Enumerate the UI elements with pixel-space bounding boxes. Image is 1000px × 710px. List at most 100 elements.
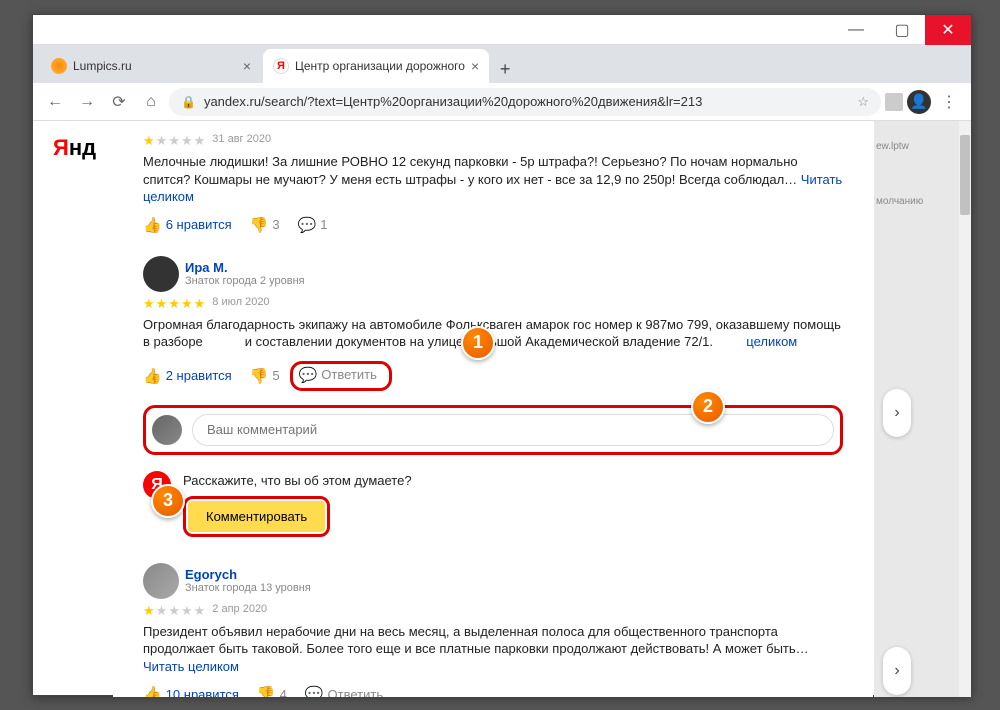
- star-icon: ★: [181, 133, 193, 149]
- logo-letter: Я: [53, 135, 69, 160]
- tab-lumpics[interactable]: Lumpics.ru ×: [41, 49, 261, 83]
- comment-button-highlight: Комментировать: [183, 496, 330, 537]
- star-icon: ★: [181, 603, 193, 619]
- star-icon: ★: [194, 296, 206, 312]
- favicon-yandex: Я: [273, 58, 289, 74]
- close-button[interactable]: ✕: [925, 15, 971, 45]
- annotation-badge-3: 3: [151, 484, 185, 518]
- star-icon: ★: [194, 603, 206, 619]
- rating-stars: ★★★★★ 8 июл 2020: [143, 296, 843, 312]
- review-date: 31 авг 2020: [212, 133, 271, 149]
- comment-button[interactable]: Комментировать: [188, 501, 325, 532]
- review-item: Egorych Знаток города 13 уровня ★★★★★ 2 …: [143, 555, 843, 697]
- thumbs-down-icon: 👎: [257, 685, 276, 697]
- dislike-button[interactable]: 👎3: [250, 216, 280, 234]
- thumbs-down-icon: 👎: [250, 367, 269, 385]
- tab-title: Lumpics.ru: [73, 59, 132, 73]
- title-bar: — ▢ ✕: [33, 15, 971, 45]
- prompt-question: Расскажите, что вы об этом думаете?: [183, 473, 843, 488]
- back-button[interactable]: ←: [41, 88, 69, 116]
- tab-close-icon[interactable]: ×: [243, 58, 251, 74]
- tab-close-icon[interactable]: ×: [471, 58, 479, 74]
- star-icon: ★: [194, 133, 206, 149]
- star-icon: ★: [156, 296, 168, 312]
- new-tab-button[interactable]: +: [491, 55, 519, 83]
- thumbs-down-icon: 👎: [250, 216, 269, 234]
- browser-window: — ▢ ✕ Lumpics.ru × Я Центр организации д…: [32, 14, 972, 696]
- like-button[interactable]: 👍10 нравится: [143, 685, 239, 697]
- rating-stars: ★★★★★ 2 апр 2020: [143, 603, 843, 619]
- scrollbar[interactable]: [959, 121, 971, 697]
- url-text: yandex.ru/search/?text=Центр%20организац…: [204, 94, 702, 109]
- read-more-link[interactable]: Читать целиком: [143, 659, 239, 674]
- comment-icon: 💬: [299, 366, 318, 384]
- address-bar: ← → ⟳ ⌂ 🔒 yandex.ru/search/?text=Центр%2…: [33, 83, 971, 121]
- scrollbar-thumb[interactable]: [960, 135, 970, 215]
- extension-icon[interactable]: [885, 93, 903, 111]
- side-text: молчанию: [874, 194, 959, 209]
- url-box[interactable]: 🔒 yandex.ru/search/?text=Центр%20организ…: [169, 88, 881, 116]
- side-text: ew.lptw: [874, 139, 959, 154]
- review-actions: 👍2 нравится 👎5 💬Ответить: [143, 361, 843, 391]
- user-avatar[interactable]: [143, 563, 179, 599]
- review-header: Egorych Знаток города 13 уровня: [143, 563, 843, 599]
- star-icon: ★: [168, 603, 180, 619]
- review-item: Ира М. Знаток города 2 уровня ★★★★★ 8 ию…: [143, 248, 843, 555]
- reply-button[interactable]: 💬Ответить: [299, 366, 377, 384]
- review-text: Мелочные людишки! За лишние РОВНО 12 сек…: [143, 153, 843, 206]
- comment-icon: 💬: [298, 216, 317, 234]
- tab-title: Центр организации дорожного: [295, 59, 465, 73]
- minimize-button[interactable]: —: [833, 15, 879, 45]
- reviews-column: ★★★★★ 31 авг 2020 Мелочные людишки! За л…: [113, 121, 873, 697]
- reply-button[interactable]: 💬Ответить: [305, 685, 383, 697]
- review-header: Ира М. Знаток города 2 уровня: [143, 256, 843, 292]
- user-name[interactable]: Egorych: [185, 567, 311, 582]
- reply-highlight: 💬Ответить: [290, 361, 392, 391]
- dislike-button[interactable]: 👎5: [250, 367, 280, 385]
- review-item: ★★★★★ 31 авг 2020 Мелочные людишки! За л…: [143, 121, 843, 248]
- user-level: Знаток города 13 уровня: [185, 582, 311, 594]
- like-button[interactable]: 👍2 нравится: [143, 367, 232, 385]
- star-icon: ★: [168, 296, 180, 312]
- logo-rest: нд: [69, 135, 96, 160]
- read-more-link[interactable]: целиком: [746, 334, 797, 349]
- star-icon: ★: [143, 603, 155, 619]
- carousel-next-button[interactable]: ›: [883, 647, 911, 695]
- thumbs-up-icon: 👍: [143, 367, 162, 385]
- tab-strip: Lumpics.ru × Я Центр организации дорожно…: [33, 45, 971, 83]
- like-button[interactable]: 👍6 нравится: [143, 216, 232, 234]
- star-icon: ★: [168, 133, 180, 149]
- user-name[interactable]: Ира М.: [185, 260, 305, 275]
- page-viewport: ew.lptw молчанию › › Янд ★★★★★ 31 авг 20…: [33, 121, 971, 697]
- lock-icon: 🔒: [181, 95, 196, 109]
- star-icon: ★: [156, 603, 168, 619]
- maximize-button[interactable]: ▢: [879, 15, 925, 45]
- my-avatar: [152, 415, 182, 445]
- annotation-badge-1: 1: [461, 326, 495, 360]
- bookmark-star-icon[interactable]: ☆: [857, 94, 869, 110]
- rating-stars: ★★★★★ 31 авг 2020: [143, 133, 843, 149]
- user-avatar[interactable]: [143, 256, 179, 292]
- review-actions: 👍10 нравится 👎4 💬Ответить: [143, 685, 843, 697]
- star-icon: ★: [143, 296, 155, 312]
- star-icon: ★: [143, 133, 155, 149]
- star-icon: ★: [156, 133, 168, 149]
- profile-avatar[interactable]: 👤: [907, 90, 931, 114]
- tab-yandex[interactable]: Я Центр организации дорожного ×: [263, 49, 489, 83]
- dislike-button[interactable]: 👎4: [257, 685, 287, 697]
- comment-icon: 💬: [305, 685, 324, 697]
- review-date: 8 июл 2020: [212, 296, 269, 312]
- comments-button[interactable]: 💬1: [298, 216, 328, 234]
- home-button[interactable]: ⌂: [137, 88, 165, 116]
- thumbs-up-icon: 👍: [143, 685, 162, 697]
- comment-input[interactable]: [192, 414, 834, 446]
- review-text: Президент объявил нерабочие дни на весь …: [143, 623, 843, 676]
- menu-button[interactable]: ⋮: [935, 88, 963, 116]
- review-actions: 👍6 нравится 👎3 💬1: [143, 216, 843, 234]
- favicon-lumpics: [51, 58, 67, 74]
- carousel-next-button[interactable]: ›: [883, 389, 911, 437]
- reload-button[interactable]: ⟳: [105, 88, 133, 116]
- forward-button[interactable]: →: [73, 88, 101, 116]
- yandex-logo[interactable]: Янд: [53, 135, 96, 161]
- comment-box: [143, 405, 843, 455]
